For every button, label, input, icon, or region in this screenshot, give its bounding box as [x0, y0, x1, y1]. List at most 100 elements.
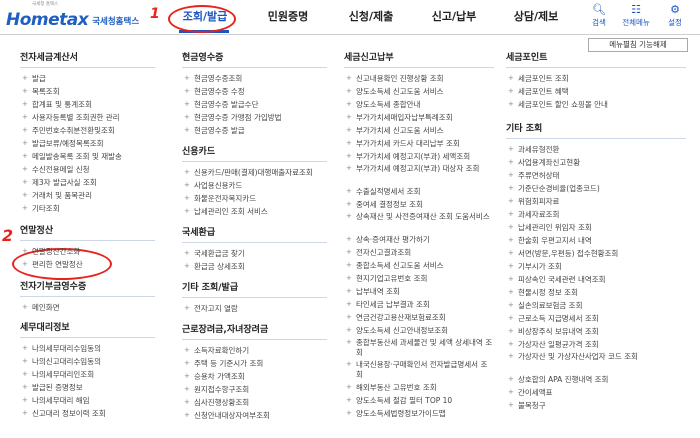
- menu-item[interactable]: 현물시정 정보 조회: [506, 286, 686, 299]
- section-title: 현금영수증: [182, 53, 224, 63]
- menu-item[interactable]: 승용차 가액조회: [182, 370, 327, 383]
- menu-item[interactable]: 양도소득세법령정보가이드맵: [344, 407, 494, 420]
- menu-item[interactable]: 부가가치세 카드사 대리납부 조회: [344, 137, 494, 150]
- menu-item[interactable]: 과세자료조회: [506, 208, 686, 221]
- logo-top-text: 국세청 홈택스: [32, 2, 59, 7]
- menu-item[interactable]: 부가가치세매입자납부특례조회: [344, 111, 494, 124]
- menu-item[interactable]: 국세환급금 찾기: [182, 247, 327, 260]
- nav-tab-certificates[interactable]: 민원증명: [258, 0, 318, 34]
- menu-item[interactable]: 현금영수증 발급: [182, 124, 327, 137]
- menu-item[interactable]: 발급: [20, 72, 155, 85]
- all-menu-button[interactable]: ☷ 전체메뉴: [618, 3, 654, 28]
- menu-item[interactable]: 연금건강고용산재보험료조회: [344, 311, 494, 324]
- menu-item[interactable]: 거래처 및 품목관리: [20, 189, 155, 202]
- settings-button[interactable]: ⚙ 설정: [660, 3, 690, 28]
- menu-item[interactable]: 나의세무대리인조회: [20, 368, 155, 381]
- menu-item[interactable]: 사업용계좌신고현황: [506, 156, 686, 169]
- menu-item[interactable]: 위험회피자료: [506, 195, 686, 208]
- menu-item[interactable]: 과세유형전환: [506, 143, 686, 156]
- menu-item[interactable]: 주류면허상태: [506, 169, 686, 182]
- menu-item[interactable]: 신고내용확인 진행상황 조회: [344, 72, 494, 85]
- menu-item[interactable]: 신청안내대상자여부조회: [182, 409, 327, 422]
- menu-item[interactable]: 세금포인트 혜택: [506, 85, 686, 98]
- menu-item[interactable]: 종합소득세 신고도움 서비스: [344, 259, 494, 272]
- menu-item[interactable]: 피상속인 국세관련 내역조회: [506, 273, 686, 286]
- hometax-logo[interactable]: 국세청 홈택스 Hometax 국세청홈택스: [6, 2, 139, 29]
- menu-item[interactable]: 현금영수증 가맹점 가입방법: [182, 111, 327, 124]
- menu-item[interactable]: 발급보류/예정목록조회: [20, 137, 155, 150]
- menu-item[interactable]: 나의세무대리 해임: [20, 394, 155, 407]
- menu-item[interactable]: 서면(방문,우편등) 접수현황조회: [506, 247, 686, 260]
- menu-item[interactable]: 부가가치세 예정고지(부과) 세액조회: [344, 150, 494, 163]
- menu-item[interactable]: 가상자산 및 가상자산사업자 코드 조회: [506, 351, 686, 373]
- menu-item-yearend-simplified[interactable]: 연말정산간소화: [20, 245, 155, 258]
- menu-item[interactable]: 나의신고대리수임동의: [20, 355, 155, 368]
- menu-item[interactable]: 가상자산 일평균가격 조회: [506, 338, 686, 351]
- menu-item[interactable]: 불복청구: [506, 399, 686, 412]
- menu-item[interactable]: 메인화면: [20, 301, 155, 314]
- section-divider: [506, 138, 686, 139]
- menu-item[interactable]: 현금영수증 수정: [182, 85, 327, 98]
- menu-item[interactable]: 제3자 발급사실 조회: [20, 176, 155, 189]
- menu-toggle-button[interactable]: 메뉴펼침 기능해제: [588, 38, 688, 52]
- menu-item[interactable]: 상호합의 APA 진행내역 조회: [506, 373, 686, 386]
- menu-item[interactable]: 상속재산 및 사전증여재산 조회 도움서비스: [344, 211, 494, 233]
- menu-item[interactable]: 상속·증여재산 평가하기: [344, 233, 494, 246]
- menu-item[interactable]: 목록조회: [20, 85, 155, 98]
- menu-item[interactable]: 양도소득세 절감 필터 TOP 10: [344, 394, 494, 407]
- menu-item[interactable]: 메일발송목록 조회 및 재발송: [20, 150, 155, 163]
- menu-item[interactable]: 부가가치세 예정고지(부과) 대상자 조회: [344, 163, 494, 185]
- menu-item[interactable]: 주택 등 기준시가 조회: [182, 357, 327, 370]
- menu-item[interactable]: 양도소득세 신고안내정보조회: [344, 324, 494, 337]
- menu-item[interactable]: 납세관리인 조회 서비스: [182, 205, 327, 218]
- menu-item[interactable]: 화물운전자복지카드: [182, 192, 327, 205]
- menu-item[interactable]: 합계표 및 통계조회: [20, 98, 155, 111]
- menu-item[interactable]: 간이세액표: [506, 386, 686, 399]
- menu-item[interactable]: 신고대리 정보이력 조회: [20, 407, 155, 420]
- nav-tab-consult[interactable]: 상담/제보: [505, 0, 567, 34]
- menu-item[interactable]: 주민번호수취분전환및조회: [20, 124, 155, 137]
- menu-item[interactable]: 소득자료확인하기: [182, 344, 327, 357]
- menu-item[interactable]: 한술회 우편고지서 내역: [506, 234, 686, 247]
- menu-item[interactable]: 수출실적명세서 조회: [344, 185, 494, 198]
- menu-item[interactable]: 신용카드/판매(결제)대행매출자료조회: [182, 166, 327, 179]
- menu-item[interactable]: 현금영수증 발급수단: [182, 98, 327, 111]
- menu-item[interactable]: 세금포인트 조회: [506, 72, 686, 85]
- menu-item[interactable]: 사업용신용카드: [182, 179, 327, 192]
- search-button[interactable]: 🔍︎ 검색: [584, 3, 614, 28]
- menu-item[interactable]: 현금영수증조회: [182, 72, 327, 85]
- menu-item[interactable]: 수신전용메일 신청: [20, 163, 155, 176]
- nav-tab-report-pay[interactable]: 신고/납부: [423, 0, 485, 34]
- menu-item[interactable]: 중여세 결정정보 조회: [344, 198, 494, 211]
- menu-item[interactable]: 세금포인트 할인 쇼핑몰 안내: [506, 98, 686, 111]
- menu-item[interactable]: 편리한 연말정산: [20, 258, 155, 271]
- menu-item[interactable]: 납세관리인 위임자 조회: [506, 221, 686, 234]
- menu-item[interactable]: 양도소득세 종합안내: [344, 98, 494, 111]
- section-divider: [20, 337, 155, 338]
- menu-item[interactable]: 타인세금 납부결과 조회: [344, 298, 494, 311]
- menu-item[interactable]: 원지접수항구조회: [182, 383, 327, 396]
- menu-item[interactable]: 현지기업고유번호 조회: [344, 272, 494, 285]
- menu-item[interactable]: 실손의료보험금 조회: [506, 299, 686, 312]
- menu-item[interactable]: 환급금 상세조회: [182, 260, 327, 273]
- menu-item[interactable]: 나의세무대리수임동의: [20, 342, 155, 355]
- menu-item[interactable]: 사용자등록별 조회권한 관리: [20, 111, 155, 124]
- nav-tab-apply-submit[interactable]: 신청/제출: [340, 0, 402, 34]
- menu-item[interactable]: 기준단순경비율(업종코드): [506, 182, 686, 195]
- section-title: 근로장려금,자녀장려금: [182, 325, 269, 335]
- menu-item[interactable]: 전자신고결과조회: [344, 246, 494, 259]
- menu-item[interactable]: 부가가치세 신고도움 서비스: [344, 124, 494, 137]
- menu-item[interactable]: 심사진행상황조회: [182, 396, 327, 409]
- menu-item[interactable]: 해외부동산 고유번호 조회: [344, 381, 494, 394]
- menu-item[interactable]: 전자고지 열람: [182, 302, 327, 315]
- menu-item[interactable]: 발급된 증명정보: [20, 381, 155, 394]
- menu-item[interactable]: 내국신용장·구매확인서 전자발급명세서 조회: [344, 359, 494, 381]
- menu-item[interactable]: 납부내역 조회: [344, 285, 494, 298]
- section-title: 기타 조회: [506, 124, 543, 134]
- menu-item[interactable]: 종합부동산세 과세물건 및 세액 상세내역 조회: [344, 337, 494, 359]
- menu-item[interactable]: 기부시가 조회: [506, 260, 686, 273]
- menu-item[interactable]: 양도소득세 신고도움 서비스: [344, 85, 494, 98]
- menu-item[interactable]: 비상장주식 보유내역 조회: [506, 325, 686, 338]
- menu-item[interactable]: 기타조회: [20, 202, 155, 215]
- menu-item[interactable]: 근로소득 지급명세서 조회: [506, 312, 686, 325]
